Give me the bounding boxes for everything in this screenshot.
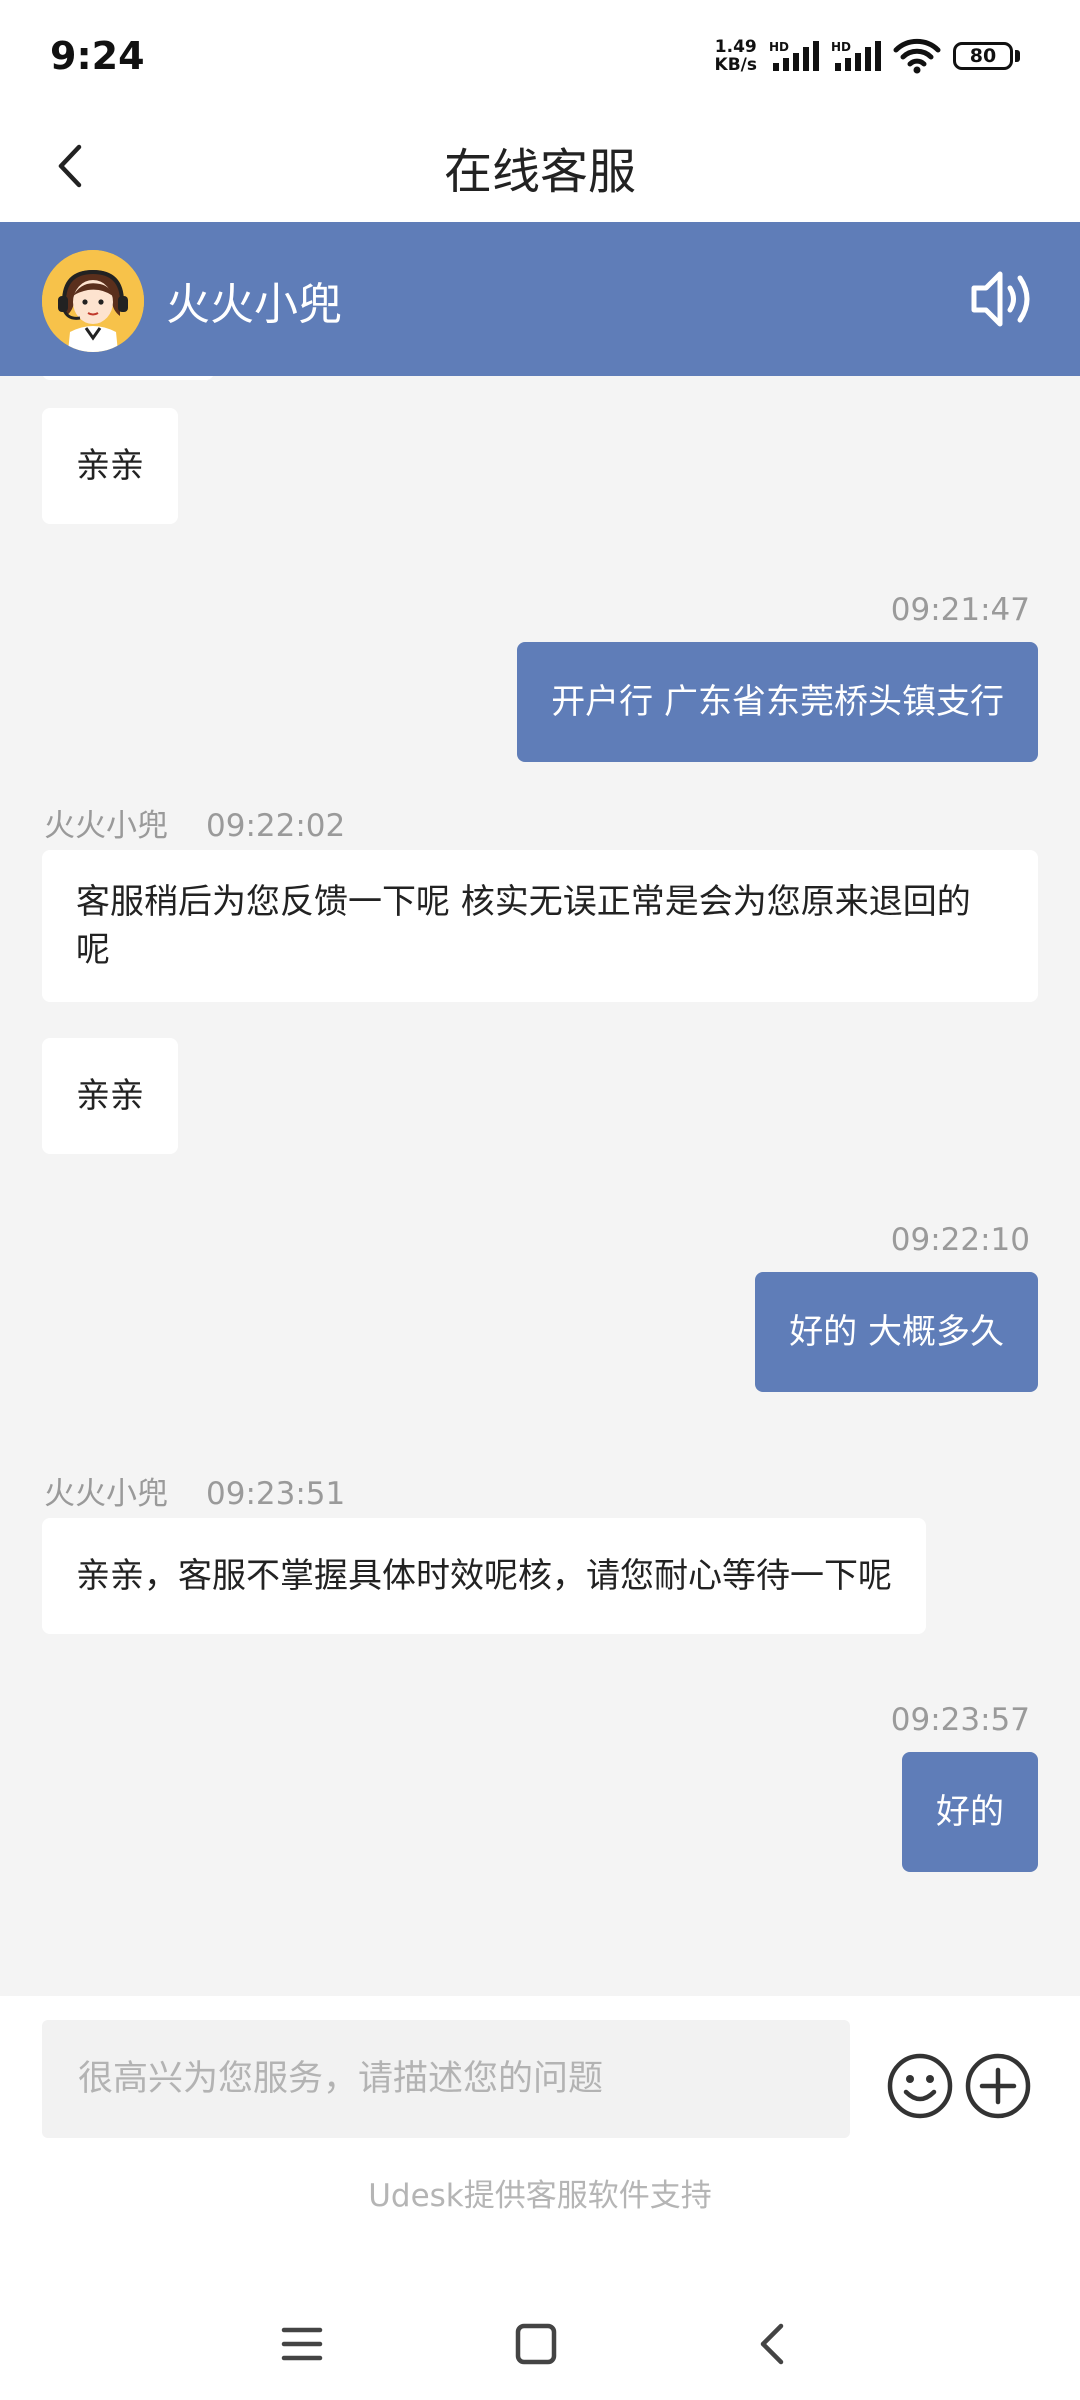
- speaker-icon: [971, 271, 1030, 327]
- svg-text:HD: HD: [831, 40, 851, 54]
- status-bar: 9:24 1.49 KB/s HD HD 80: [0, 0, 1080, 110]
- message-timestamp: 09:23:51: [206, 1476, 346, 1512]
- composer-area: Udesk提供客服软件支持: [0, 1996, 1080, 2400]
- nav-menu-button[interactable]: [272, 2314, 332, 2374]
- network-speed: 1.49 KB/s: [714, 37, 757, 75]
- battery-icon: 80: [953, 42, 1020, 70]
- nav-home-button[interactable]: [506, 2314, 566, 2374]
- message-bubble-agent: 亲亲: [42, 408, 178, 524]
- page-title: 在线客服: [443, 144, 636, 200]
- message-meta: 火火小兜 09:23:51: [44, 1468, 345, 1513]
- nav-back-button[interactable]: [742, 2314, 802, 2374]
- message-bubble-agent: 亲亲: [42, 1038, 178, 1154]
- agent-name: 火火小兜: [166, 279, 342, 330]
- title-bar: 在线客服: [0, 110, 1080, 222]
- message-bubble-user: 好的: [902, 1752, 1038, 1872]
- sender-name: 火火小兜: [44, 1476, 168, 1512]
- agent-avatar-icon: [42, 250, 144, 352]
- message-bubble-user: 开户行 广东省东莞桥头镇支行: [517, 642, 1038, 762]
- message-bubble-agent: 亲亲，客服不掌握具体时效呢核，请您耐心等待一下呢: [42, 1518, 926, 1634]
- emoji-button[interactable]: [886, 2052, 954, 2120]
- plus-button[interactable]: [964, 2052, 1032, 2120]
- speaker-button[interactable]: [968, 266, 1038, 332]
- status-icons: 1.49 KB/s HD HD 80: [715, 38, 1020, 74]
- system-nav-bar: [0, 2288, 1080, 2400]
- menu-icon: [281, 2327, 323, 2361]
- message-timestamp: 09:23:57: [890, 1702, 1030, 1738]
- sender-name: 火火小兜: [44, 808, 168, 844]
- message-timestamp: 09:22:02: [206, 808, 346, 844]
- agent-bar: 火火小兜: [0, 222, 1080, 376]
- powered-by-text: Udesk提供客服软件支持: [368, 2178, 712, 2214]
- home-square-icon: [515, 2323, 557, 2365]
- message-input[interactable]: [42, 2020, 850, 2138]
- back-icon: [760, 2323, 784, 2365]
- svg-text:HD: HD: [769, 40, 789, 54]
- chat-area[interactable]: 亲亲 09:21:47 开户行 广东省东莞桥头镇支行 火火小兜 09:22:02 …: [0, 376, 1080, 1996]
- message-timestamp: 09:21:47: [890, 592, 1030, 628]
- message-bubble-user: 好的 大概多久: [755, 1272, 1038, 1392]
- agent-avatar: [42, 250, 144, 352]
- wifi-icon: [893, 38, 941, 74]
- hd-signal-icon: HD: [831, 40, 881, 71]
- hd-signal-icon: HD: [769, 40, 819, 71]
- smiley-icon: [887, 2053, 953, 2119]
- message-meta: 火火小兜 09:22:02: [44, 800, 345, 845]
- status-time: 9:24: [50, 34, 145, 78]
- message-bubble-agent: 客服稍后为您反馈一下呢 核实无误正常是会为您原来退回的呢: [42, 850, 1038, 1002]
- plus-circle-icon: [965, 2053, 1031, 2119]
- message-bubble-partial: [42, 376, 214, 380]
- battery-level: 80: [953, 42, 1013, 70]
- message-timestamp: 09:22:10: [890, 1222, 1030, 1258]
